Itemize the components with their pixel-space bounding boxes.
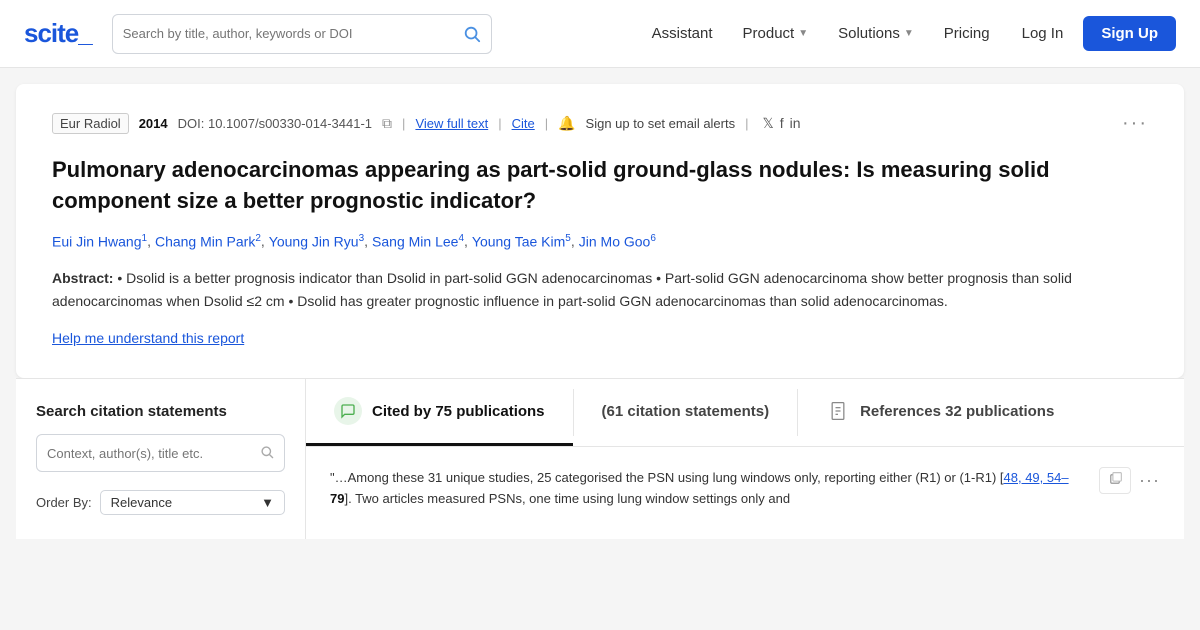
chevron-down-icon: ▼ <box>904 28 914 39</box>
abstract-label: Abstract: <box>52 270 113 286</box>
citation-search-bar <box>36 434 285 472</box>
journal-badge: Eur Radiol <box>52 113 129 134</box>
citation-tabs: Cited by 75 publications (61 citation st… <box>306 379 1184 447</box>
citation-quote-before: "…Among these 31 unique studies, 25 cate… <box>330 470 1004 485</box>
tab-references-label: References 32 publications <box>860 403 1054 420</box>
author-4[interactable]: Sang Min Lee4 <box>372 233 464 250</box>
header: scite_ Assistant Product ▼ Solutions ▼ P… <box>0 0 1200 68</box>
citation-quote-text: "…Among these 31 unique studies, 25 cate… <box>330 467 1089 510</box>
facebook-icon[interactable]: f <box>780 115 784 132</box>
nav-pricing[interactable]: Pricing <box>932 17 1002 50</box>
citation-quote-after: ]. Two articles measured PSNs, one time … <box>344 491 790 506</box>
sidebar-title: Search citation statements <box>36 403 285 420</box>
citation-ref-link[interactable]: 48, 49, 54– <box>1004 470 1069 485</box>
nav-signup-button[interactable]: Sign Up <box>1083 16 1176 51</box>
author-6[interactable]: Jin Mo Goo6 <box>579 233 656 250</box>
logo[interactable]: scite_ <box>24 18 92 49</box>
authors-list: Eui Jin Hwang1, Chang Min Park2, Young J… <box>52 233 1148 250</box>
search-input[interactable] <box>123 26 455 41</box>
cite-link[interactable]: Cite <box>512 116 535 131</box>
tab-cited-by-label: Cited by 75 publications <box>372 403 545 420</box>
order-by-select[interactable]: Relevance ▼ <box>100 490 285 515</box>
order-by-row: Order By: Relevance ▼ <box>36 490 285 515</box>
citation-content: "…Among these 31 unique studies, 25 cate… <box>306 447 1184 530</box>
nav-product[interactable]: Product ▼ <box>731 17 821 50</box>
linkedin-icon[interactable]: in <box>790 115 801 132</box>
chevron-down-icon: ▼ <box>798 28 808 39</box>
references-icon <box>826 399 850 423</box>
paper-title: Pulmonary adenocarcinomas appearing as p… <box>52 155 1148 217</box>
more-options-button[interactable]: ··· <box>1122 112 1148 135</box>
search-bar <box>112 14 492 54</box>
citation-quote-highlighted: 79 <box>330 491 344 506</box>
nav-links: Assistant Product ▼ Solutions ▼ Pricing … <box>640 16 1176 51</box>
citation-search-input[interactable] <box>47 446 254 461</box>
citation-more-button[interactable]: ··· <box>1139 470 1160 491</box>
search-icon <box>463 25 481 43</box>
social-icons: 𝕏 f in <box>763 115 801 132</box>
help-link[interactable]: Help me understand this report <box>52 330 244 346</box>
chevron-down-icon: ▼ <box>261 495 274 510</box>
order-by-value: Relevance <box>111 495 172 510</box>
bell-icon: 🔔 <box>558 115 575 132</box>
citation-text-block: "…Among these 31 unique studies, 25 cate… <box>330 467 1089 510</box>
author-1[interactable]: Eui Jin Hwang1 <box>52 233 147 250</box>
meta-bar: Eur Radiol 2014 DOI: 10.1007/s00330-014-… <box>52 112 1148 135</box>
author-3[interactable]: Young Jin Ryu3 <box>269 233 364 250</box>
abstract: Abstract: • Dsolid is a better prognosis… <box>52 267 1148 312</box>
search-button[interactable] <box>463 25 481 43</box>
copy-citation-button[interactable] <box>1099 467 1131 494</box>
tab-references[interactable]: References 32 publications <box>798 379 1082 446</box>
tab-citation-statements-label: (61 citation statements) <box>602 403 770 420</box>
nav-login[interactable]: Log In <box>1008 17 1078 50</box>
paper-card: Eur Radiol 2014 DOI: 10.1007/s00330-014-… <box>16 84 1184 378</box>
abstract-body: Dsolid is a better prognosis indicator t… <box>52 270 1072 308</box>
citation-area: Cited by 75 publications (61 citation st… <box>306 379 1184 539</box>
view-full-text-link[interactable]: View full text <box>415 116 488 131</box>
tab-citation-statements[interactable]: (61 citation statements) <box>574 379 798 446</box>
twitter-icon[interactable]: 𝕏 <box>763 115 774 132</box>
order-by-label: Order By: <box>36 495 92 510</box>
nav-assistant[interactable]: Assistant <box>640 17 725 50</box>
alert-text[interactable]: Sign up to set email alerts <box>586 116 736 131</box>
cited-by-icon <box>334 397 362 425</box>
paper-year: 2014 <box>139 116 168 131</box>
tab-cited-by[interactable]: Cited by 75 publications <box>306 379 573 446</box>
bottom-panel: Search citation statements Order By: Rel… <box>16 378 1184 539</box>
copy-doi-icon[interactable]: ⧉ <box>382 115 392 132</box>
author-5[interactable]: Young Tae Kim5 <box>472 233 571 250</box>
search-small-icon <box>260 445 274 462</box>
sidebar: Search citation statements Order By: Rel… <box>16 379 306 539</box>
nav-solutions[interactable]: Solutions ▼ <box>826 17 926 50</box>
paper-doi: DOI: 10.1007/s00330-014-3441-1 <box>178 116 372 131</box>
citation-actions: ··· <box>1099 467 1160 494</box>
citation-row: "…Among these 31 unique studies, 25 cate… <box>330 467 1160 510</box>
author-2[interactable]: Chang Min Park2 <box>155 233 261 250</box>
